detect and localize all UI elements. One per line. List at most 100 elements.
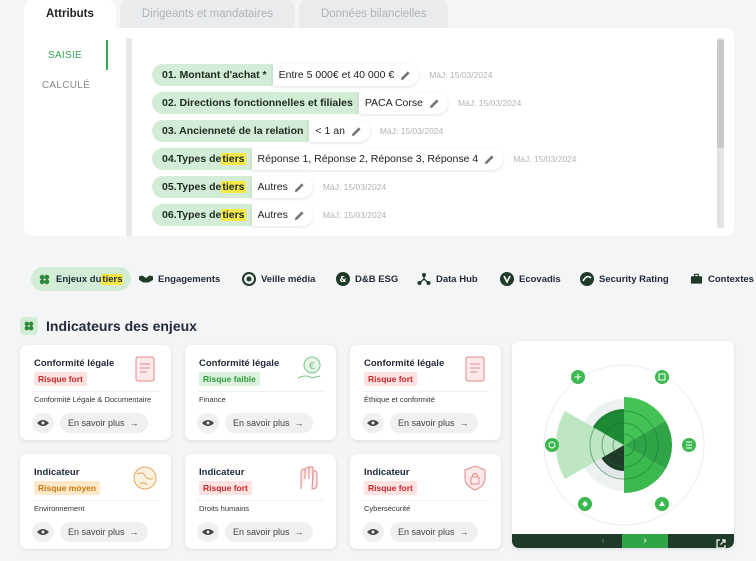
document-icon: [461, 354, 489, 384]
attributes-panel: SAISIE CALCULÉ 01. Montant d'achat * Ent…: [24, 28, 734, 236]
pencil-icon[interactable]: [351, 126, 362, 137]
card-divider: [197, 391, 324, 392]
pencil-icon[interactable]: [294, 210, 305, 221]
updated-date: MàJ: 15/03/2024: [322, 210, 387, 220]
media-icon: [242, 272, 256, 286]
pencil-icon[interactable]: [429, 98, 440, 109]
learn-more-label: En savoir plus: [68, 527, 125, 537]
pencil-icon[interactable]: [484, 154, 495, 165]
arrow-right-icon: →: [459, 418, 469, 428]
tab-contextes[interactable]: Contextes: [689, 267, 754, 291]
view-button[interactable]: [362, 413, 384, 433]
tab-engagements[interactable]: Engagements: [139, 267, 220, 291]
pencil-icon[interactable]: [294, 182, 305, 193]
card-category: Conformité Légale & Documentaire: [34, 395, 152, 404]
view-button[interactable]: [197, 413, 219, 433]
side-item-calcule[interactable]: CALCULÉ: [24, 70, 108, 100]
tab-label: D&B ESG: [355, 273, 399, 285]
tab-donnees-bilancielles[interactable]: Données bilancielles: [298, 0, 449, 28]
view-button[interactable]: [32, 522, 54, 542]
ecovadis-icon: [500, 272, 514, 286]
radar-axis-icon[interactable]: [682, 438, 696, 452]
radar-axis-icon[interactable]: [578, 497, 592, 511]
field-label: 05.Types de tiers: [152, 176, 252, 198]
radar-prev-button[interactable]: ‹: [584, 534, 622, 548]
arrow-right-icon: →: [129, 418, 139, 428]
document-icon: [131, 354, 159, 384]
tab-veille-media[interactable]: Veille média: [242, 267, 315, 291]
section-title: Indicateurs des enjeux: [20, 316, 197, 336]
tab-label: Security Rating: [599, 273, 669, 285]
radar-axis-icon[interactable]: [655, 497, 669, 511]
tab-data-hub[interactable]: Data Hub: [417, 267, 478, 291]
field-label-text: 04.Types de: [162, 153, 222, 165]
tab-attributs[interactable]: Attributs: [24, 0, 116, 28]
card-divider: [362, 391, 489, 392]
field-value: < 1 an: [309, 120, 370, 142]
field-label: 06.Types de tiers: [152, 204, 252, 226]
learn-more-label: En savoir plus: [398, 418, 455, 428]
updated-date: MàJ: 15/03/2024: [429, 70, 493, 80]
tab-label: Ecovadis: [519, 273, 561, 285]
handshake-icon: [139, 272, 153, 286]
card-divider: [362, 500, 489, 501]
card-divider: [197, 500, 324, 501]
updated-date: MàJ: 15/03/2024: [379, 126, 444, 136]
tab-ecovadis[interactable]: Ecovadis: [500, 267, 561, 291]
view-button[interactable]: [362, 522, 384, 542]
tab-enjeux-du-tiers[interactable]: Enjeux du tiers: [31, 267, 132, 291]
field-label: 03. Ancienneté de la relation: [152, 120, 310, 142]
eye-icon: [202, 420, 214, 426]
radar-axis-icon[interactable]: [655, 370, 669, 384]
field-row: 06.Types de tiers Autres MàJ: 15/03/2024: [152, 204, 386, 226]
learn-more-label: En savoir plus: [233, 527, 290, 537]
view-button[interactable]: [32, 413, 54, 433]
arrow-right-icon: →: [129, 527, 139, 537]
updated-date: MàJ: 15/03/2024: [322, 182, 387, 192]
learn-more-button[interactable]: En savoir plus →: [390, 522, 478, 542]
view-button[interactable]: [197, 522, 219, 542]
learn-more-label: En savoir plus: [68, 418, 125, 428]
field-list-scrollbar[interactable]: [717, 38, 724, 228]
radar-chart-panel: ‹ ›: [512, 341, 734, 548]
dnb-icon: &: [336, 272, 350, 286]
indicator-card: Conformité légale Risque faible € Financ…: [185, 345, 336, 440]
hub-icon: [417, 272, 431, 286]
field-label: 02. Directions fonctionnelles et filiale…: [152, 92, 359, 114]
indicator-card: Indicateur Risque moyen Environnement En…: [20, 454, 171, 549]
tab-security-rating[interactable]: Security Rating: [580, 267, 669, 291]
field-value: PACA Corse: [358, 92, 448, 114]
learn-more-button[interactable]: En savoir plus →: [390, 413, 478, 433]
security-rating-icon: [580, 272, 594, 286]
search-highlight: tiers: [221, 153, 246, 165]
tab-dirigeants[interactable]: Dirigeants et mandataires: [119, 0, 295, 28]
euro-hand-icon: €: [296, 354, 324, 384]
field-value-text: Autres: [257, 181, 288, 193]
risk-badge: Risque fort: [34, 372, 87, 386]
card-divider: [32, 391, 159, 392]
radar-next-button[interactable]: ›: [622, 534, 668, 548]
field-value: Autres: [251, 176, 313, 198]
learn-more-button[interactable]: En savoir plus →: [60, 413, 148, 433]
learn-more-button[interactable]: En savoir plus →: [60, 522, 148, 542]
globe-icon: [131, 463, 159, 493]
pencil-icon[interactable]: [400, 70, 411, 81]
radar-chart: [543, 364, 705, 526]
attribute-side-nav: SAISIE CALCULÉ: [24, 40, 108, 100]
learn-more-button[interactable]: En savoir plus →: [225, 413, 313, 433]
risk-badge: Risque fort: [364, 372, 417, 386]
side-item-saisie[interactable]: SAISIE: [24, 40, 108, 70]
tab-dnb-esg[interactable]: & D&B ESG: [336, 267, 398, 291]
field-row: 03. Ancienneté de la relation < 1 an MàJ…: [152, 120, 443, 142]
card-title: Indicateur: [364, 467, 410, 478]
card-title: Conformité légale: [199, 358, 280, 369]
learn-more-button[interactable]: En savoir plus →: [225, 522, 313, 542]
radar-footer: ‹ ›: [512, 534, 734, 548]
indicator-card: Conformité légale Risque fort Éthique et…: [350, 345, 501, 440]
radar-axis-icon[interactable]: [545, 438, 559, 452]
field-label: 01. Montant d'achat *: [152, 64, 273, 86]
risk-badge: Risque moyen: [34, 481, 101, 495]
scrollbar-thumb[interactable]: [717, 40, 724, 148]
external-link-icon[interactable]: [716, 536, 726, 548]
radar-axis-icon[interactable]: [571, 370, 585, 384]
